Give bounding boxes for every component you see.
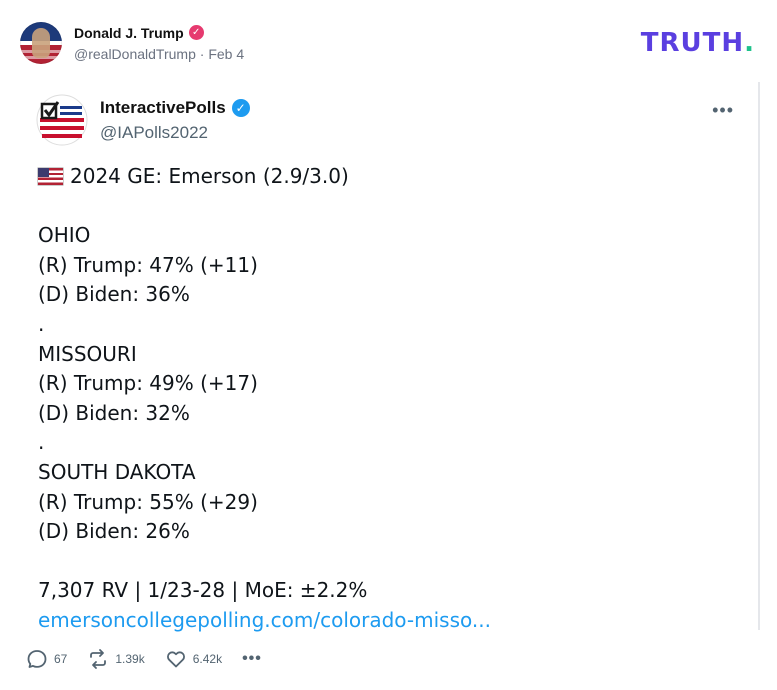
embed-more-icon: ••• [712,100,734,120]
poll-headline: 2024 GE: Emerson (2.9/3.0) [38,162,491,192]
post-date[interactable]: Feb 4 [208,46,244,62]
embed-header: InteractivePolls ✓ @IAPolls2022 [36,94,250,146]
reply-count: 67 [54,652,68,666]
author-handle[interactable]: @realDonaldTrump [74,46,196,62]
poll-line: . [38,311,45,336]
truth-logo[interactable]: TRUTH. [641,28,755,58]
author-avatar[interactable] [20,22,62,64]
poll-line: (D) Biden: 36% [38,282,190,307]
reply-button[interactable]: 67 [26,648,67,670]
avatar-portrait [32,28,50,58]
author-name[interactable]: Donald J. Trump [74,25,184,41]
poll-line: 2024 GE: Emerson (2.9/3.0) [70,164,349,188]
poll-line: MISSOURI [38,341,137,366]
embed-name-row: InteractivePolls ✓ [100,98,250,118]
poll-line: SOUTH DAKOTA [38,459,196,484]
poll-source-link: emersoncollegepolling.com/colorado-misso… [38,607,491,632]
logo-text: TRUTH [640,28,745,58]
like-count: 6.42k [192,652,223,666]
poll-line: (R) Trump: 47% (+11) [38,252,258,277]
retruth-icon [90,649,107,669]
logo-dot: . [744,28,755,58]
post-actions: 67 1.39k 6.42k ••• [26,648,282,670]
retruth-count: 1.39k [115,652,145,666]
poll-line: (R) Trump: 55% (+29) [38,489,258,514]
poll-line: 7,307 RV | 1/23-28 | MoE: ±2.2% [38,578,368,603]
poll-line: (D) Biden: 32% [38,400,190,425]
author-name-row: Donald J. Trump ✓ [74,25,244,41]
like-icon [166,651,185,668]
post-header: Donald J. Trump ✓ @realDonaldTrump · Feb… [20,22,244,64]
poll-line: (R) Trump: 49% (+17) [38,371,258,396]
poll-line: (D) Biden: 26% [38,519,190,544]
poll-line: OHIO [38,223,91,248]
interactivepolls-logo-icon [36,94,88,146]
meta-separator: · [199,45,205,62]
verified-badge-icon: ✓ [188,25,204,40]
more-icon[interactable]: ••• [242,650,262,668]
embedded-post-image[interactable]: InteractivePolls ✓ @IAPolls2022 ••• 2024… [28,82,760,632]
author-block: Donald J. Trump ✓ @realDonaldTrump · Feb… [74,25,244,62]
verified-badge-icon: ✓ [231,98,250,117]
embed-author-handle: @IAPolls2022 [100,122,208,142]
like-button[interactable]: 6.42k [165,648,222,670]
poll-line: . [38,430,45,455]
embed-author-name: InteractivePolls [100,97,226,117]
reply-icon [27,650,47,668]
us-flag-icon [38,168,63,185]
poll-text: 2024 GE: Emerson (2.9/3.0) OHIO (R) Trum… [38,162,491,636]
retruth-button[interactable]: 1.39k [87,648,145,670]
embed-author-block: InteractivePolls ✓ @IAPolls2022 [100,98,250,143]
author-meta: @realDonaldTrump · Feb 4 [74,46,244,62]
